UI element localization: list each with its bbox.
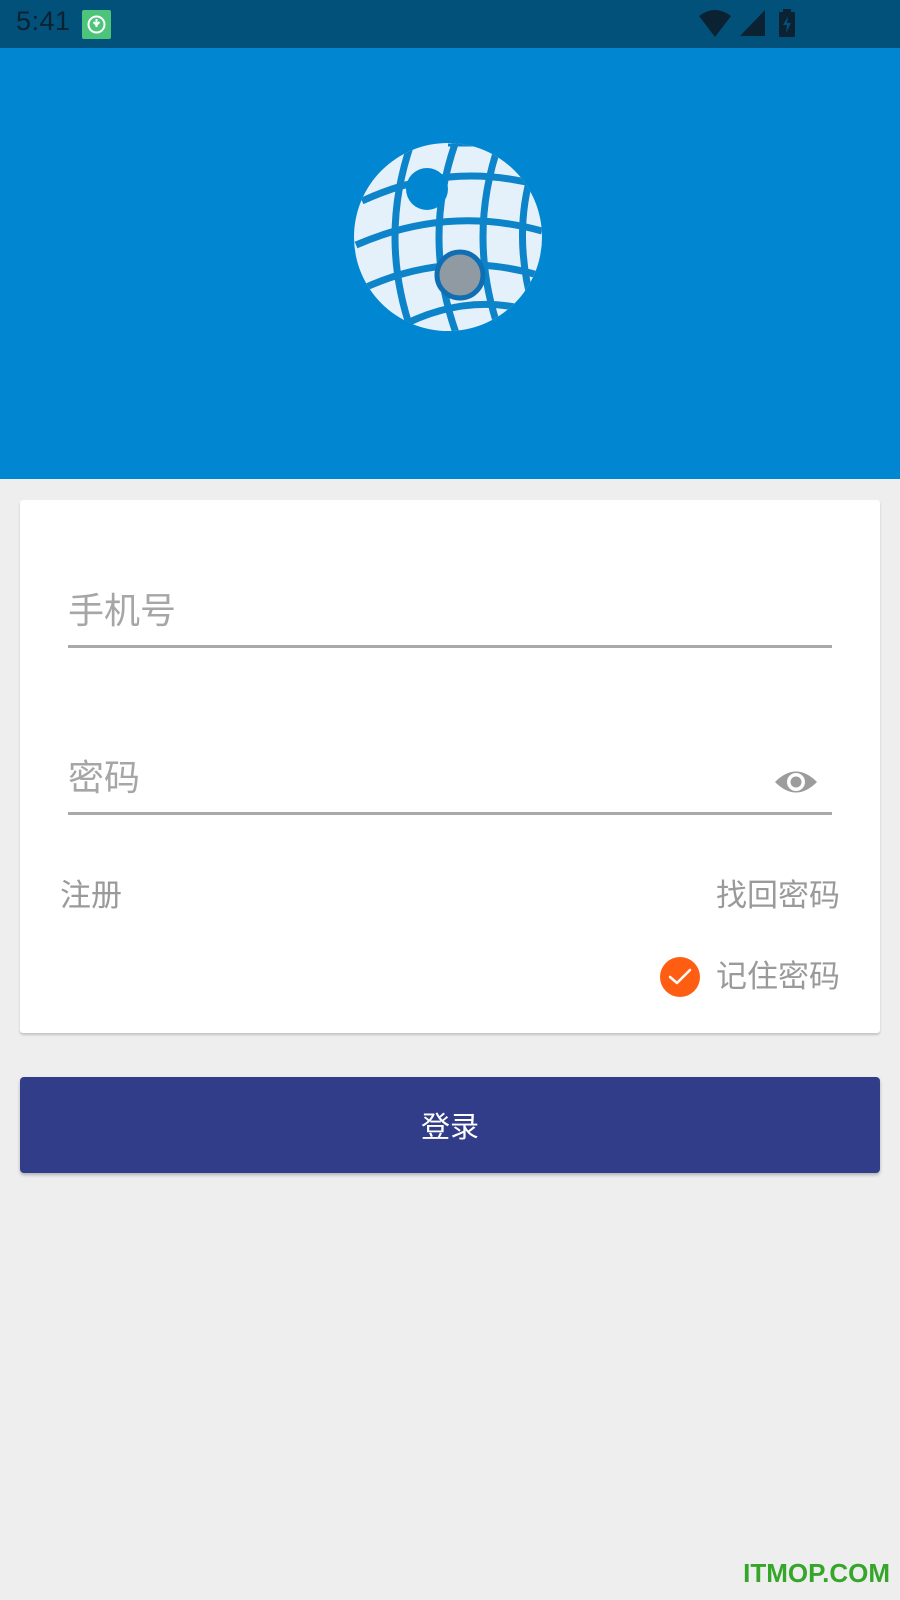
remember-password-label: 记住密码 — [716, 959, 840, 995]
cell-signal-icon — [740, 10, 765, 36]
globe-logo-icon — [354, 143, 542, 331]
notification-app-icon — [82, 10, 111, 39]
eye-icon[interactable] — [774, 767, 818, 797]
status-bar: 5:41 — [0, 0, 900, 48]
register-link[interactable]: 注册 — [60, 876, 122, 916]
phone-placeholder: 手机号 — [68, 591, 177, 632]
password-field[interactable]: 密码 — [68, 751, 832, 815]
login-card: 手机号 密码 注册 找回密码 记住密码 — [20, 500, 880, 1033]
watermark-text: ITMOP.COM — [743, 1558, 890, 1588]
battery-charging-icon — [779, 9, 795, 37]
password-placeholder: 密码 — [68, 758, 141, 799]
header-banner — [0, 48, 900, 479]
status-time: 5:41 — [16, 6, 71, 36]
checkmark-icon[interactable] — [660, 957, 700, 997]
forgot-password-link[interactable]: 找回密码 — [716, 876, 840, 916]
wifi-icon — [699, 10, 731, 37]
login-button[interactable]: 登录 — [20, 1077, 880, 1173]
phone-field[interactable]: 手机号 — [68, 584, 832, 648]
